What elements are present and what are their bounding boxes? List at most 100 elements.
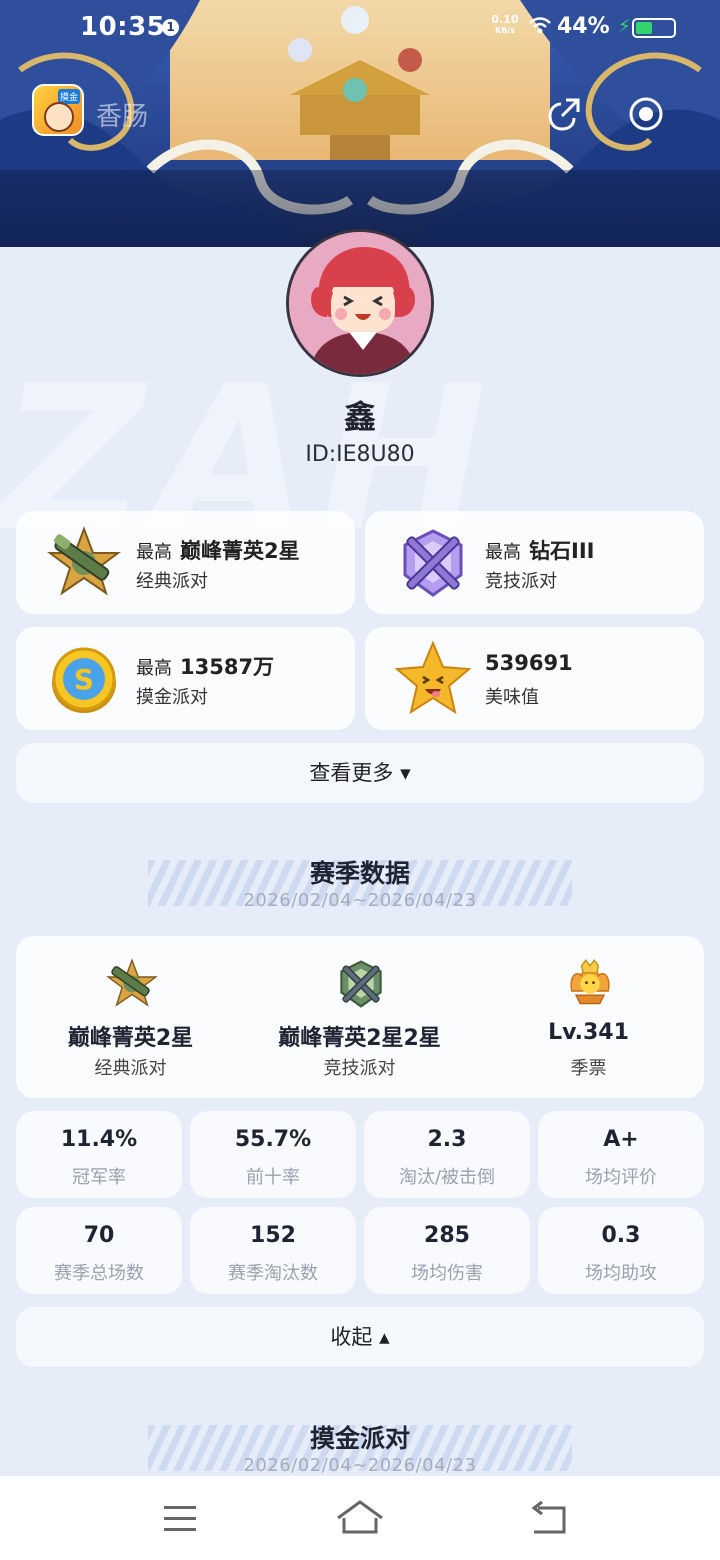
collapse-label: 收起: [330, 1325, 373, 1349]
tastiness-value-card[interactable]: 539691 美味值: [365, 627, 704, 730]
rank-line: 539691: [485, 651, 573, 675]
chevron-up-icon: ▴: [379, 1325, 390, 1349]
stat-card-top10-rate[interactable]: 55.7% 前十率: [190, 1111, 356, 1198]
menu-button[interactable]: [150, 1494, 210, 1542]
rank-mode: 经典派对: [136, 571, 208, 592]
rank-prefix: 最高: [136, 658, 172, 679]
charging-icon: ⚡: [618, 16, 631, 37]
season-highlight-value: Lv.341: [548, 1020, 629, 1045]
app-title: 香肠: [96, 102, 149, 132]
back-button[interactable]: [518, 1494, 578, 1542]
mini-program-button[interactable]: [610, 84, 682, 144]
rank-line: 最高 13587万: [136, 651, 274, 681]
season-highlights-card: 巅峰菁英2星 经典派对 巅峰菁英2星2星 竞技派对 Lv.341 季票: [16, 936, 704, 1098]
rank-value: 539691: [485, 651, 573, 675]
target-icon: [629, 97, 663, 131]
stat-card-avg-assists[interactable]: 0.3 场均助攻: [538, 1207, 704, 1294]
chevron-down-icon: ▾: [400, 761, 411, 785]
network-speed-value: 0.10: [491, 13, 519, 26]
stat-value: A+: [603, 1127, 639, 1152]
system-navigation-bar: [0, 1476, 720, 1560]
season-highlight-value: 巅峰菁英2星2星: [278, 1026, 441, 1051]
share-icon: [548, 98, 580, 131]
stat-label: 冠军率: [72, 1167, 126, 1188]
rank-value: 钻石III: [529, 539, 595, 563]
stat-card-total-eliminations[interactable]: 152 赛季淘汰数: [190, 1207, 356, 1294]
section-title: 摸金派对: [309, 1424, 410, 1453]
stat-label: 前十率: [246, 1167, 300, 1188]
wifi-icon: [529, 17, 551, 34]
rank-line: 最高 巅峰菁英2星: [136, 535, 300, 565]
stat-value: 55.7%: [234, 1127, 312, 1152]
view-more-button[interactable]: 查看更多 ▾: [16, 743, 704, 803]
season-highlight-pass[interactable]: Lv.341 季票: [474, 936, 703, 1098]
network-speed: 0.10 KB/s: [490, 14, 520, 36]
stat-label: 场均伤害: [411, 1263, 483, 1284]
network-speed-unit: KB/s: [495, 26, 515, 35]
share-button[interactable]: [528, 84, 600, 144]
player-id: ID:IE8U80: [305, 442, 415, 467]
home-button[interactable]: [330, 1494, 390, 1542]
rank-prefix: 最高: [136, 542, 172, 563]
stat-value: 2.3: [427, 1127, 467, 1152]
stat-card-kd[interactable]: 2.3 淘汰/被击倒: [364, 1111, 530, 1198]
season-highlight-label: 竞技派对: [323, 1058, 396, 1079]
season-highlight-value: 巅峰菁英2星: [67, 1026, 194, 1051]
gold-party-best-card[interactable]: S 最高 13587万 摸金派对: [16, 627, 355, 730]
section-date-range: 2026/02/04~2026/04/23: [243, 890, 477, 911]
home-icon: [337, 1500, 383, 1534]
rank-mode: 摸金派对: [136, 687, 208, 708]
season-highlight-competitive[interactable]: 巅峰菁英2星2星 竞技派对: [245, 936, 474, 1098]
view-more-label: 查看更多: [309, 761, 394, 785]
stat-label: 赛季淘汰数: [228, 1263, 318, 1284]
gold-party-heading: 摸金派对 2026/02/04~2026/04/23: [0, 1419, 720, 1479]
status-bar: 10:35 1 0.10 KB/s 44% ⚡: [0, 0, 720, 56]
classic-party-best-rank-card[interactable]: 最高 巅峰菁英2星 经典派对: [16, 511, 355, 614]
season-highlight-label: 经典派对: [94, 1058, 167, 1079]
season-pass-crown-icon: [570, 959, 610, 1005]
rank-prefix: 最高: [485, 542, 521, 563]
back-icon: [531, 1500, 566, 1534]
stat-label: 赛季总场数: [54, 1263, 144, 1284]
app-logo[interactable]: 摸金: [32, 84, 84, 136]
battery-level-fill: [636, 22, 652, 34]
stat-value: 0.3: [601, 1223, 641, 1248]
status-time: 10:35: [80, 12, 166, 42]
smiling-star-icon: [394, 640, 472, 715]
app-logo-character: [44, 102, 74, 132]
competitive-rank-badge-icon: [340, 960, 382, 1008]
section-title: 赛季数据: [309, 859, 410, 888]
rank-mode: 竞技派对: [485, 571, 557, 592]
svg-text:S: S: [74, 663, 94, 696]
battery-percent: 44%: [557, 14, 610, 39]
gold-coin-icon: S: [52, 647, 116, 713]
stat-label: 场均助攻: [585, 1263, 657, 1284]
stat-card-avg-rating[interactable]: A+ 场均评价: [538, 1111, 704, 1198]
stat-card-avg-damage[interactable]: 285 场均伤害: [364, 1207, 530, 1294]
rank-value: 巅峰菁英2星: [180, 539, 300, 563]
competitive-rank-badge-icon: [403, 529, 463, 597]
stat-value: 285: [424, 1223, 470, 1248]
season-highlight-label: 季票: [570, 1058, 607, 1079]
classic-rank-badge-icon: [106, 958, 158, 1007]
section-date-range: 2026/02/04~2026/04/23: [243, 1455, 477, 1476]
avatar-character-image: [289, 232, 431, 374]
competitive-party-best-rank-card[interactable]: 最高 钻石III 竞技派对: [365, 511, 704, 614]
battery-icon: [632, 18, 676, 38]
stat-value: 70: [83, 1223, 115, 1248]
collapse-button[interactable]: 收起 ▴: [16, 1307, 704, 1367]
rank-value: 13587万: [180, 655, 275, 679]
stat-card-win-rate[interactable]: 11.4% 冠军率: [16, 1111, 182, 1198]
stat-value: 152: [250, 1223, 296, 1248]
avatar[interactable]: [286, 229, 434, 377]
season-data-heading: 赛季数据 2026/02/04~2026/04/23: [0, 854, 720, 914]
player-name: 鑫: [343, 398, 376, 436]
stat-value: 11.4%: [60, 1127, 138, 1152]
stat-label: 淘汰/被击倒: [398, 1167, 496, 1188]
rank-line: 最高 钻石III: [485, 535, 594, 565]
season-highlight-classic[interactable]: 巅峰菁英2星 经典派对: [16, 936, 245, 1098]
stat-card-total-matches[interactable]: 70 赛季总场数: [16, 1207, 182, 1294]
stat-label: 场均评价: [585, 1167, 657, 1188]
classic-rank-badge-icon: [47, 526, 121, 596]
rank-mode: 美味值: [485, 687, 539, 708]
